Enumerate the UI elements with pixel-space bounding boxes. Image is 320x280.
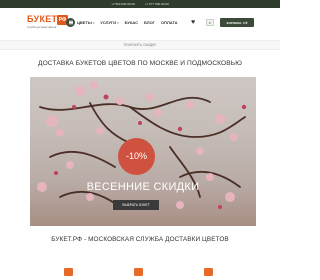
discount-notice-bar[interactable]: ПОЛУЧИТЬ СКИДКУ (0, 40, 280, 50)
section-headline: БУКЕТ.РФ - МОСКОВСКАЯ СЛУЖБА ДОСТАВКИ ЦВ… (51, 236, 229, 243)
choose-bouquet-button[interactable]: ВЫБРАТЬ БУКЕТ (113, 200, 159, 210)
menu-item-blog[interactable]: БЛОГ (144, 20, 155, 25)
chevron-down-icon: ▾ (117, 20, 119, 25)
discount-notice-text: ПОЛУЧИТЬ СКИДКУ (123, 43, 157, 47)
hamburger-icon (68, 22, 73, 23)
menu-item-label: БЛОГ (143, 20, 155, 25)
topbar-phone-1[interactable]: +7 800 000-00-00 (111, 2, 135, 6)
gift-icon (204, 268, 213, 276)
menu-item-label: ЦВЕТЫ (77, 20, 92, 25)
menu-item-bukas[interactable]: БУКАС (125, 20, 138, 25)
hero-title: ВЕСЕННИЕ СКИДКИ (86, 181, 200, 193)
logo[interactable]: БУКЕТ РФ служба доставки цветов (27, 15, 69, 32)
discount-badge: -10% (118, 138, 155, 175)
cart-button[interactable]: КОРЗИНА: 0 ₽ (220, 18, 254, 27)
page-headline: ДОСТАВКА БУКЕТОВ ЦВЕТОВ ПО МОСКВЕ И ПОДМ… (38, 60, 242, 67)
topbar-phone-2[interactable]: +7 977 000-00-00 (145, 2, 169, 6)
top-bar: +7 800 000-00-00 +7 977 000-00-00 (0, 0, 280, 8)
site-header: БУКЕТ РФ служба доставки цветов ЦВЕТЫ ▾ … (0, 8, 280, 38)
menu-item-flowers[interactable]: ЦВЕТЫ ▾ (77, 20, 94, 25)
favorites-heart-icon[interactable]: ♥ (191, 19, 195, 26)
menu-toggle-button[interactable] (66, 18, 75, 27)
main-menu: ЦВЕТЫ ▾ УСЛУГИ ▾ БУКАС БЛОГ ОПЛАТА (77, 20, 178, 25)
phone-icon[interactable]: ✆ (206, 19, 214, 26)
menu-item-services[interactable]: УСЛУГИ ▾ (100, 20, 118, 25)
menu-item-label: УСЛУГИ (100, 20, 117, 25)
delivery-truck-icon (64, 268, 73, 276)
menu-item-label: ОПЛАТА (160, 20, 178, 25)
cart-label: КОРЗИНА: 0 ₽ (226, 20, 248, 25)
flower-icon (134, 268, 143, 276)
logo-word: БУКЕТ (27, 14, 58, 24)
menu-item-label: БУКАС (124, 20, 138, 25)
chevron-down-icon: ▾ (92, 20, 95, 25)
menu-item-payment[interactable]: ОПЛАТА (161, 20, 178, 25)
logo-tagline: служба доставки цветов (27, 26, 57, 29)
discount-value: -10% (125, 151, 147, 161)
choose-bouquet-label: ВЫБРАТЬ БУКЕТ (122, 203, 150, 207)
